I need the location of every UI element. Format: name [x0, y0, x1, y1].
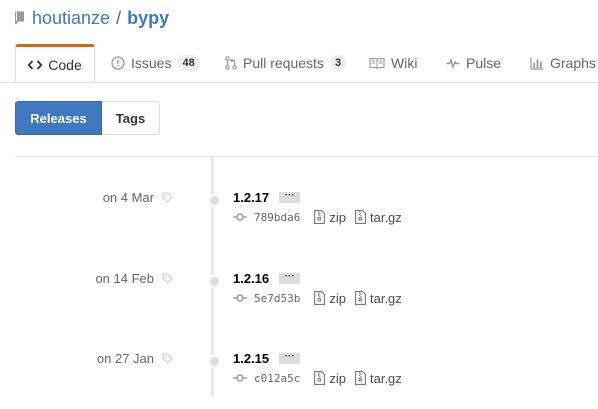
commit-sha-link[interactable]: c012a5c — [254, 372, 300, 385]
tab-pull-requests[interactable]: Pull requests 3 — [225, 44, 347, 82]
commit-sha-link[interactable]: 789bda6 — [254, 211, 300, 224]
pull-requests-count-badge: 3 — [329, 55, 347, 71]
tab-wiki[interactable]: Wiki — [369, 44, 417, 82]
tab-code[interactable]: Code — [15, 44, 95, 82]
download-zip-label: zip — [329, 290, 346, 306]
download-zip-label: zip — [329, 370, 346, 386]
file-zip-icon — [314, 371, 326, 385]
release-date-text: on 14 Feb — [95, 270, 154, 286]
issue-opened-icon — [111, 56, 125, 70]
release-version-link[interactable]: 1.2.17 — [233, 190, 269, 205]
file-zip-icon — [314, 291, 326, 305]
tab-pulse[interactable]: Pulse — [446, 44, 501, 82]
git-commit-icon — [233, 374, 247, 382]
pulse-icon — [446, 57, 460, 69]
download-zip-label: zip — [329, 209, 346, 225]
download-targz-link[interactable]: tar.gz — [355, 371, 402, 386]
repo-header: houtianze / bypy — [14, 6, 169, 30]
release-meta: 789bda6 zip tar.gz — [233, 208, 411, 226]
commit-sha-link[interactable]: 5e7d53b — [254, 292, 300, 305]
release-date: on 14 Feb — [95, 269, 173, 287]
tag-icon — [162, 352, 173, 364]
tab-graphs[interactable]: Graphs — [530, 44, 596, 82]
release-entry: on 14 Feb 1.2.16 ··· 5e7d53b zip tar.gz — [0, 269, 598, 329]
releases-button[interactable]: Releases — [15, 101, 102, 135]
repo-icon — [15, 11, 24, 25]
timeline-dot — [208, 194, 221, 207]
repo-nav-tabs: Code Issues 48 Pull requests 3 Wiki Puls… — [0, 44, 598, 83]
code-icon — [28, 59, 43, 70]
release-entry: on 27 Jan 1.2.15 ··· c012a5c zip tar.gz — [0, 349, 598, 409]
file-zip-icon — [355, 371, 366, 385]
expand-commit-message-button[interactable]: ··· — [279, 271, 301, 284]
repo-owner-link[interactable]: houtianze — [32, 8, 110, 29]
download-zip-link[interactable]: zip — [314, 371, 346, 386]
release-date: on 4 Mar — [103, 188, 173, 206]
tab-label: Code — [48, 56, 82, 73]
release-date: on 27 Jan — [97, 349, 173, 367]
tab-label: Pulse — [466, 55, 502, 71]
git-commit-icon — [233, 294, 247, 302]
tab-label: Graphs — [550, 55, 596, 71]
section-divider — [15, 156, 598, 157]
download-targz-link[interactable]: tar.gz — [355, 210, 402, 225]
release-version-link[interactable]: 1.2.16 — [233, 271, 269, 286]
issues-count-badge: 48 — [177, 55, 200, 71]
tag-icon — [162, 191, 173, 203]
release-meta: 5e7d53b zip tar.gz — [233, 289, 411, 307]
release-title: 1.2.15 ··· — [233, 349, 301, 367]
download-targz-label: tar.gz — [369, 370, 402, 386]
release-version-link[interactable]: 1.2.15 — [233, 351, 269, 366]
release-title: 1.2.17 ··· — [233, 188, 301, 206]
download-targz-label: tar.gz — [369, 209, 402, 225]
tags-button[interactable]: Tags — [102, 101, 160, 135]
download-zip-link[interactable]: zip — [314, 210, 346, 225]
release-meta: c012a5c zip tar.gz — [233, 369, 411, 387]
release-date-text: on 4 Mar — [102, 189, 154, 205]
git-commit-icon — [233, 213, 247, 221]
tab-issues[interactable]: Issues 48 — [111, 44, 200, 82]
tab-label: Pull requests — [243, 55, 324, 71]
git-pull-request-icon — [225, 56, 237, 70]
download-targz-label: tar.gz — [369, 290, 402, 306]
timeline-dot — [208, 355, 221, 368]
file-zip-icon — [355, 291, 366, 305]
tab-label: Issues — [131, 55, 172, 71]
tab-label: Wiki — [391, 55, 418, 71]
graph-icon — [530, 57, 544, 70]
releases-tags-switcher: Releases Tags — [15, 101, 160, 135]
download-zip-link[interactable]: zip — [314, 291, 346, 306]
expand-commit-message-button[interactable]: ··· — [279, 351, 301, 364]
book-icon — [369, 57, 385, 69]
timeline-dot — [208, 275, 221, 288]
release-entry: on 4 Mar 1.2.17 ··· 789bda6 zip tar.gz — [0, 188, 598, 248]
tag-icon — [162, 272, 173, 284]
file-zip-icon — [355, 210, 366, 224]
release-title: 1.2.16 ··· — [233, 269, 301, 287]
download-targz-link[interactable]: tar.gz — [355, 291, 402, 306]
repo-name-link[interactable]: bypy — [127, 8, 169, 29]
file-zip-icon — [314, 210, 326, 224]
repo-separator: / — [116, 7, 122, 28]
release-date-text: on 27 Jan — [96, 350, 154, 366]
expand-commit-message-button[interactable]: ··· — [279, 190, 301, 203]
